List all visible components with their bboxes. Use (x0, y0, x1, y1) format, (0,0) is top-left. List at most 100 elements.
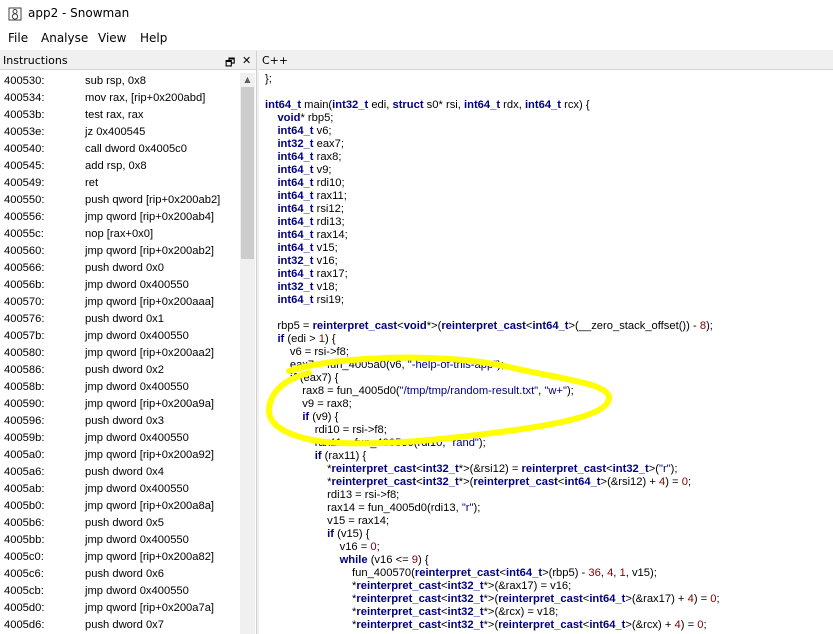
instruction-row[interactable]: 4005ab: jmp dword 0x400550 (0, 481, 240, 498)
instruction-row[interactable]: 4005bb: jmp dword 0x400550 (0, 532, 240, 549)
instruction-row[interactable]: 400530: sub rsp, 0x8 (0, 73, 240, 90)
instruction-row[interactable]: 400596: push dword 0x3 (0, 413, 240, 430)
instruction-row[interactable]: 400534: mov rax, [rip+0x200abd] (0, 90, 240, 107)
code-line: *reinterpret_cast<int32_t*>(reinterpret_… (265, 593, 830, 606)
instruction-row[interactable]: 4005c0: jmp qword [rip+0x200a82] (0, 549, 240, 566)
code-token: *>(&rsi12) = (458, 463, 522, 475)
instruction-text: jmp qword [rip+0x200a7a] (85, 602, 215, 614)
code-token: * (265, 606, 357, 618)
instruction-row[interactable]: 40058b: jmp dword 0x400550 (0, 379, 240, 396)
code-token: ); (497, 359, 504, 371)
code-token: int64_t (265, 99, 302, 111)
instruction-row[interactable]: 400580: jmp qword [rip+0x200aa2] (0, 345, 240, 362)
code-line: v9 = rax8; (265, 398, 830, 411)
code-token: v9 = rax8; (265, 398, 352, 410)
code-token: reinterpret_cast (498, 619, 583, 631)
instruction-text: push dword 0x3 (85, 415, 164, 427)
instruction-text: jmp qword [rip+0x200ab4] (85, 211, 215, 223)
code-token: int64_t (277, 294, 314, 306)
instruction-row[interactable]: 400576: push dword 0x1 (0, 311, 240, 328)
instruction-row[interactable]: 40053b: test rax, rax (0, 107, 240, 124)
code-token: rax14; (313, 229, 348, 241)
code-token: eax7 = fun_4005a0(v6, (265, 359, 408, 371)
code-token: fun_400570( (265, 567, 415, 579)
instruction-text: jmp dword 0x400550 (85, 432, 189, 444)
instruction-row[interactable]: 400545: add rsp, 0x8 (0, 158, 240, 175)
instruction-row[interactable]: 4005b6: push dword 0x5 (0, 515, 240, 532)
menu-analyse[interactable]: Analyse (41, 31, 88, 45)
instruction-row[interactable]: 400590: jmp qword [rip+0x200a9a] (0, 396, 240, 413)
instruction-row[interactable]: 4005d6: push dword 0x7 (0, 617, 240, 634)
code-token: rax17; (313, 268, 348, 280)
instruction-text: push dword 0x6 (85, 568, 164, 580)
code-token: (eax7) { (296, 372, 339, 384)
code-line: }; (265, 73, 830, 86)
instruction-row[interactable]: 400549: ret (0, 175, 240, 192)
instruction-row[interactable]: 400550: push qword [rip+0x200ab2] (0, 192, 240, 209)
instruction-row[interactable]: 400566: push dword 0x0 (0, 260, 240, 277)
restore-icon[interactable]: 🗗 (225, 54, 235, 73)
code-token: int32_t (277, 255, 314, 267)
instruction-row[interactable]: 400540: call dword 0x4005c0 (0, 141, 240, 158)
snowman-app-icon (8, 7, 22, 21)
menu-view[interactable]: View (98, 31, 126, 45)
scroll-up-arrow-icon[interactable]: ▲ (240, 73, 255, 87)
code-token: (rax11) { (321, 450, 367, 462)
close-icon[interactable]: ✕ (242, 54, 251, 67)
instructions-pane-title: Instructions (3, 54, 68, 67)
code-line: rdi10 = rsi->f8; (265, 424, 830, 437)
code-line: int64_t rax17; (265, 268, 830, 281)
code-token: if (289, 372, 297, 384)
code-line: if (v15) { (265, 528, 830, 541)
instruction-row[interactable]: 40055c: nop [rax+0x0] (0, 226, 240, 243)
instruction-row[interactable]: 4005a6: push dword 0x4 (0, 464, 240, 481)
instruction-row[interactable]: 4005a0: jmp qword [rip+0x200a92] (0, 447, 240, 464)
instruction-row[interactable]: 400556: jmp qword [rip+0x200ab4] (0, 209, 240, 226)
code-view[interactable]: }; int64_t main(int32_t edi, struct s0* r… (265, 73, 830, 634)
instruction-address: 4005d6: (4, 619, 45, 631)
instruction-row[interactable]: 4005d0: jmp qword [rip+0x200a7a] (0, 600, 240, 617)
code-line: rax8 = fun_4005d0("/tmp/tmp/random-resul… (265, 385, 830, 398)
menu-file[interactable]: File (8, 31, 28, 45)
code-token: reinterpret_cast (473, 476, 558, 488)
instruction-text: jmp dword 0x400550 (85, 483, 189, 495)
code-pane-title: C++ (262, 54, 289, 67)
code-token: int64_t (506, 567, 543, 579)
instruction-row[interactable]: 40056b: jmp dword 0x400550 (0, 277, 240, 294)
instruction-row[interactable]: 4005c6: push dword 0x6 (0, 566, 240, 583)
instruction-text: jmp dword 0x400550 (85, 585, 189, 597)
code-line: int32_t eax7; (265, 138, 830, 151)
menu-help[interactable]: Help (140, 31, 167, 45)
instruction-text: jmp dword 0x400550 (85, 330, 189, 342)
scrollbar-thumb[interactable] (241, 87, 254, 259)
instruction-row[interactable]: 40057b: jmp dword 0x400550 (0, 328, 240, 345)
code-token: * (265, 619, 357, 631)
instruction-row[interactable]: 4005b0: jmp qword [rip+0x200a8a] (0, 498, 240, 515)
instruction-address: 40057b: (4, 330, 45, 342)
instruction-row[interactable]: 400586: push dword 0x2 (0, 362, 240, 379)
instructions-pane: Instructions 🗗 ✕ 400530: sub rsp, 0x8 4005… (0, 51, 257, 634)
code-token: "r" (461, 502, 474, 514)
instruction-row[interactable]: 40053e: jz 0x400545 (0, 124, 240, 141)
instruction-row[interactable]: 4005cb: jmp dword 0x400550 (0, 583, 240, 600)
code-token: rdi10 = rsi->f8; (265, 424, 387, 436)
instruction-row[interactable]: 400560: jmp qword [rip+0x200ab2] (0, 243, 240, 260)
instruction-address: 400576: (4, 313, 45, 325)
instruction-text: sub rsp, 0x8 (85, 75, 146, 87)
instruction-text: add rsp, 0x8 (85, 160, 147, 172)
instructions-list[interactable]: 400530: sub rsp, 0x8 400534: mov rax, [rip+… (0, 73, 240, 634)
code-token: >(&rcx) + (625, 619, 675, 631)
instruction-row[interactable]: 40059b: jmp dword 0x400550 (0, 430, 240, 447)
instruction-text: jmp dword 0x400550 (85, 381, 189, 393)
instruction-row[interactable]: 400570: jmp qword [rip+0x200aaa] (0, 294, 240, 311)
code-pane: C++ }; int64_t main(int32_t edi, struct s… (259, 51, 833, 634)
code-token: int64_t (524, 99, 561, 111)
instructions-scrollbar[interactable]: ▲ (240, 73, 255, 634)
code-token: rdx, (500, 99, 525, 111)
